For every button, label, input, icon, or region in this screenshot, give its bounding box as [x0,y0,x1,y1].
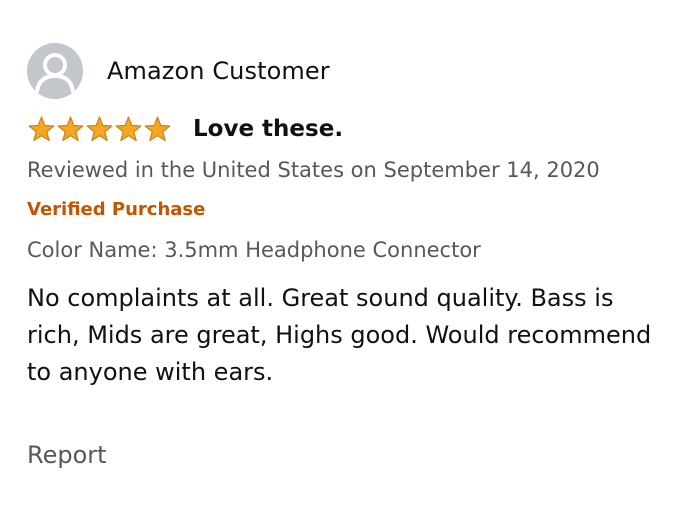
star-icon [57,116,84,142]
product-variant[interactable]: Color Name: 3.5mm Headphone Connector [27,238,677,262]
default-person-icon [27,43,83,99]
review-body: No complaints at all. Great sound qualit… [27,284,652,386]
star-rating[interactable] [27,115,172,143]
verified-purchase-badge[interactable]: Verified Purchase [27,199,677,220]
rating-row: Love these. [27,114,677,144]
reviewer-profile[interactable]: Amazon Customer [27,42,677,100]
review-date: Reviewed in the United States on Septemb… [27,158,600,182]
review-title[interactable]: Love these. [193,116,343,142]
report-link[interactable]: Report [27,441,107,469]
customer-review: Amazon Customer Love these. Reviewed in … [27,42,677,469]
star-icon [144,116,171,142]
reviewer-name[interactable]: Amazon Customer [107,57,330,85]
star-icon [115,116,142,142]
star-icon [86,116,113,142]
star-icon [28,116,55,142]
